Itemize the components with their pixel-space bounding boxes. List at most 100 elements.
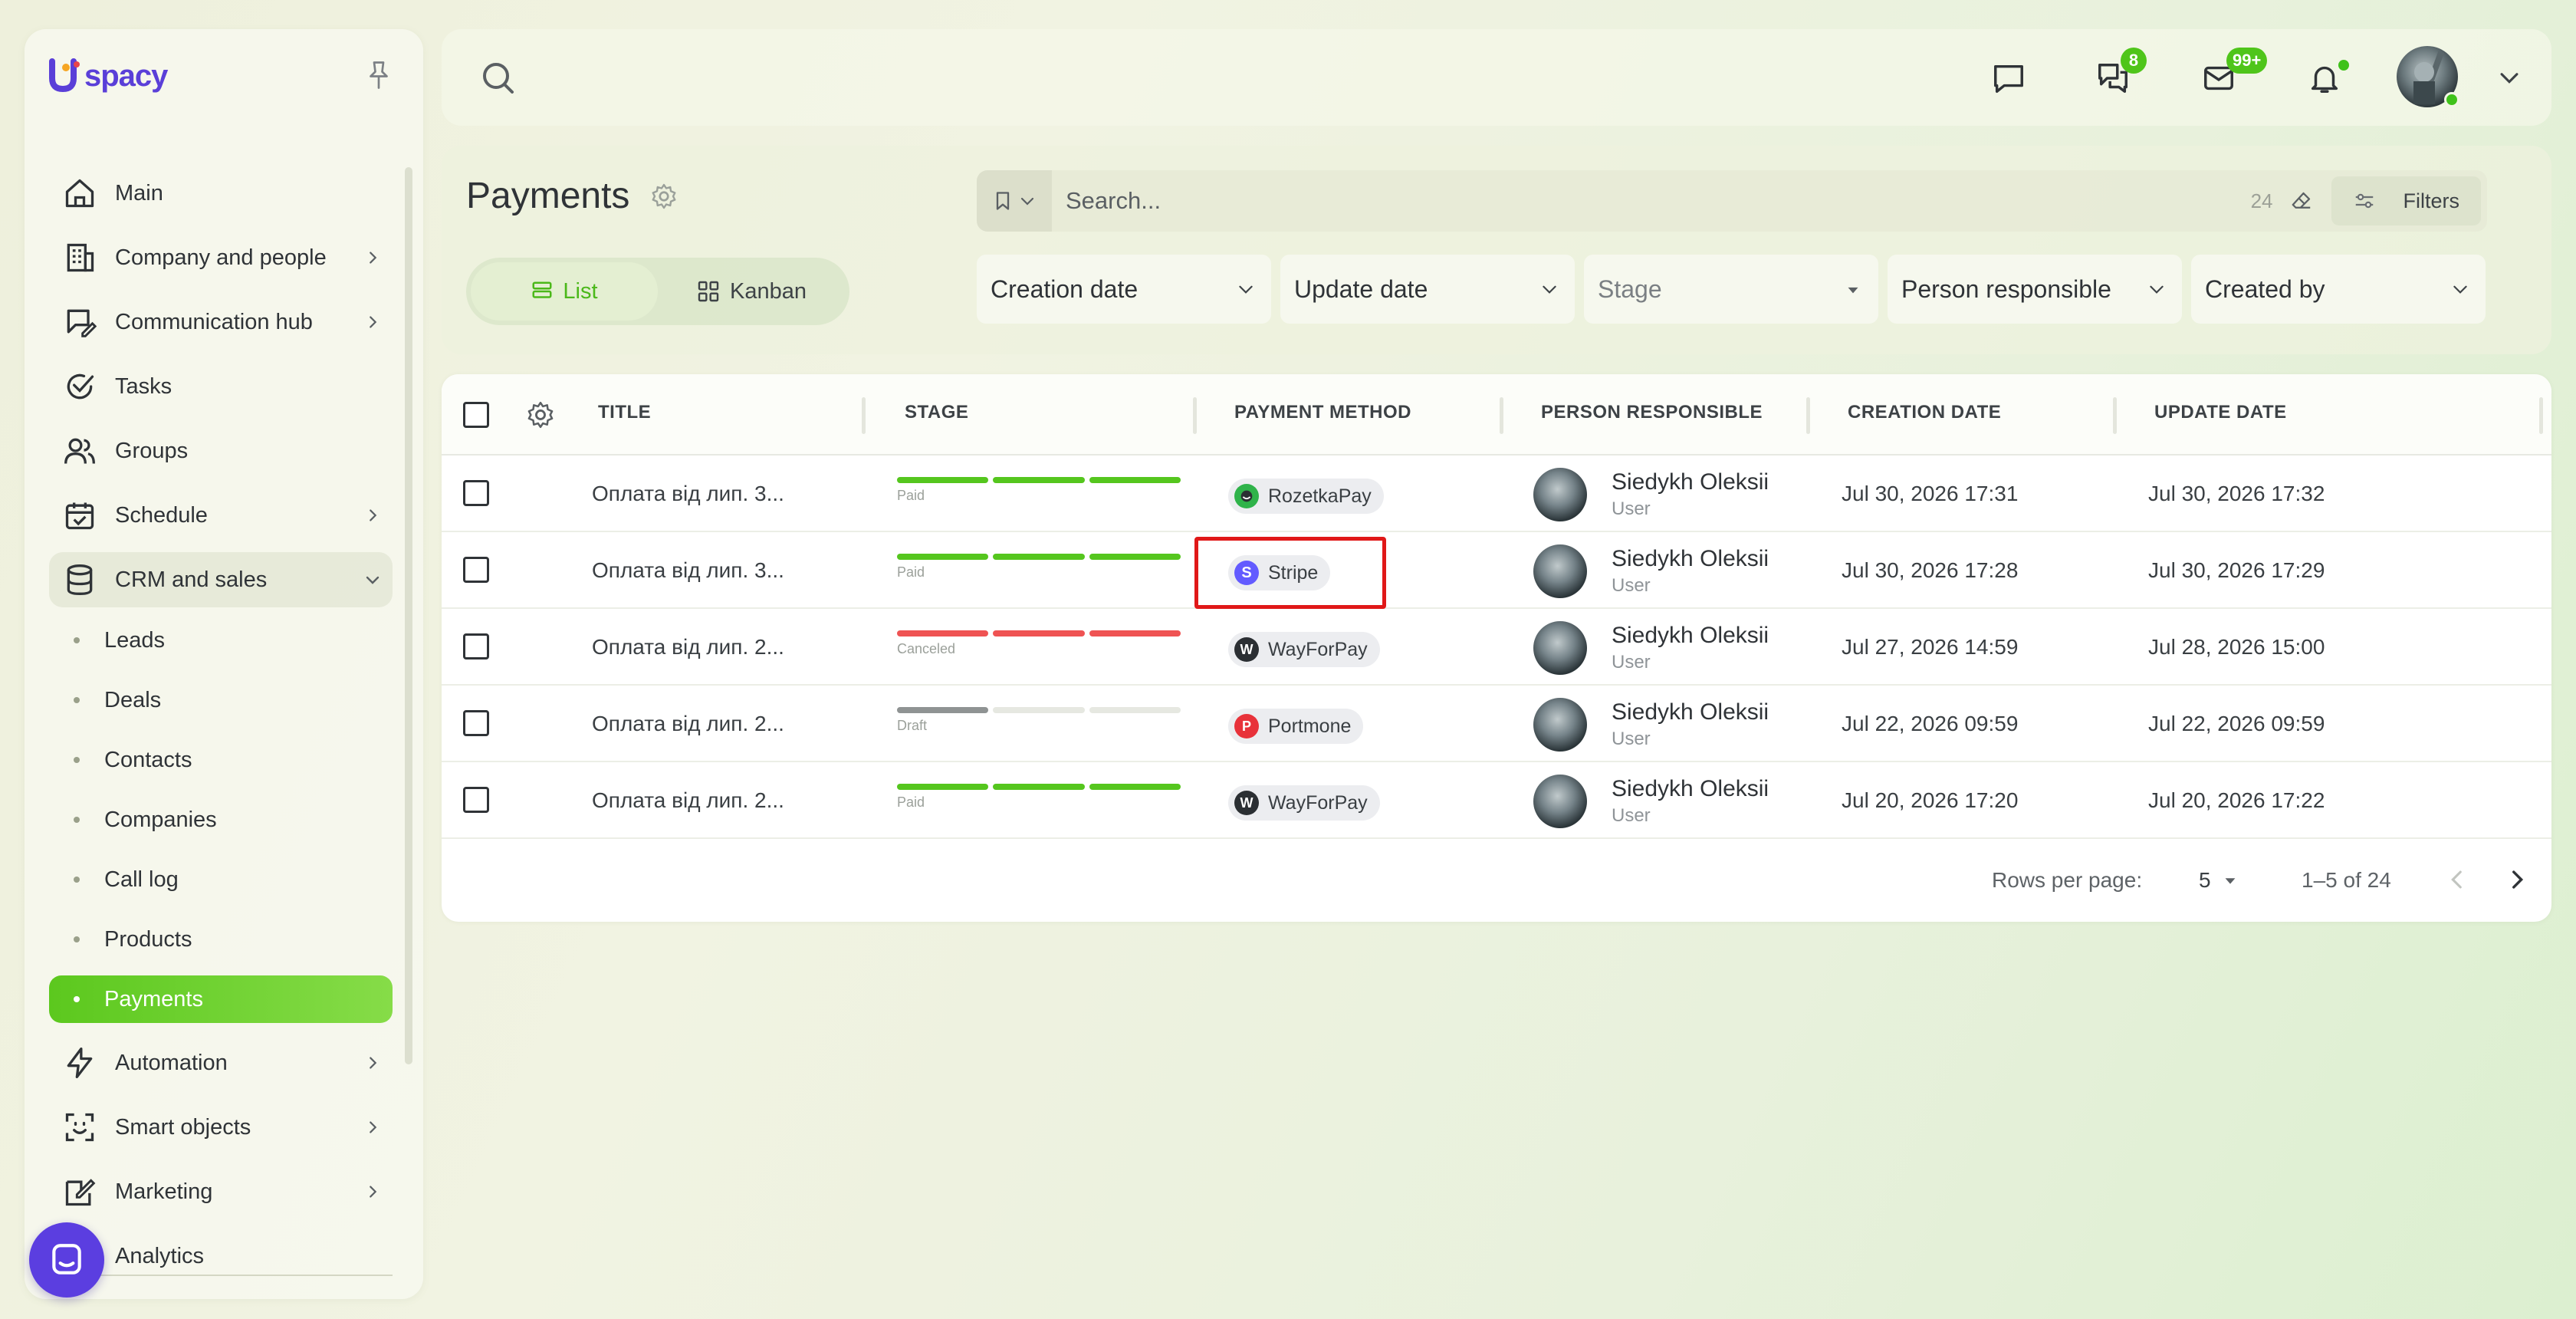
stage-segment <box>1089 554 1181 560</box>
column-resizer[interactable] <box>862 397 866 434</box>
table-row[interactable]: Оплата від лип. 3... Paid RozetkaPay Siedyk… <box>442 456 2551 532</box>
row-checkbox[interactable] <box>463 710 489 736</box>
table-row[interactable]: Оплата від лип. 3... Paid S Stripe Siedykh O… <box>442 532 2551 609</box>
next-page-button[interactable] <box>2504 867 2530 893</box>
logo-text: spacy <box>84 58 168 93</box>
sidebar-item-label: Call log <box>104 867 179 892</box>
person-name[interactable]: Siedykh Oleksii <box>1612 776 1769 802</box>
row-checkbox[interactable] <box>463 633 489 660</box>
row-checkbox[interactable] <box>463 480 489 506</box>
filter-stage[interactable]: Stage <box>1584 255 1878 324</box>
caret-down-icon <box>1848 287 1858 294</box>
user-menu-button[interactable] <box>2496 64 2522 90</box>
payment-title[interactable]: Оплата від лип. 3... <box>592 558 784 583</box>
eraser-icon <box>2292 192 2310 209</box>
person-name[interactable]: Siedykh Oleksii <box>1612 469 1769 495</box>
sidebar-item-leads[interactable]: Leads <box>49 617 393 664</box>
search-icon <box>483 63 514 94</box>
sidebar-item-companies[interactable]: Companies <box>49 796 393 844</box>
payment-title[interactable]: Оплата від лип. 2... <box>592 635 784 660</box>
update-date: Jul 28, 2026 15:00 <box>2148 635 2325 659</box>
creation-date: Jul 30, 2026 17:28 <box>1842 558 2019 582</box>
payment-title[interactable]: Оплата від лип. 2... <box>592 712 784 736</box>
filter-update-date[interactable]: Update date <box>1280 255 1575 324</box>
stage-segment <box>897 630 989 636</box>
column-header-update-date[interactable]: UPDATE DATE <box>2154 402 2287 423</box>
select-all-checkbox[interactable] <box>463 402 489 428</box>
clear-search-button[interactable] <box>2290 189 2313 212</box>
sidebar-item-automation[interactable]: Automation <box>49 1035 393 1090</box>
previous-page-button[interactable] <box>2444 867 2470 893</box>
sidebar-item-deals[interactable]: Deals <box>49 676 393 724</box>
filter-person-responsible[interactable]: Person responsible <box>1888 255 2182 324</box>
person-name[interactable]: Siedykh Oleksii <box>1612 546 1769 572</box>
column-header-payment-method[interactable]: PAYMENT METHOD <box>1234 402 1411 423</box>
sidebar-item-call-log[interactable]: Call log <box>49 856 393 903</box>
row-checkbox[interactable] <box>463 787 489 813</box>
sidebar-item-contacts[interactable]: Contacts <box>49 736 393 784</box>
search-input[interactable] <box>1052 170 2251 232</box>
sidebar-item-communication-hub[interactable]: Communication hub <box>49 294 393 350</box>
filter-created-by[interactable]: Created by <box>2191 255 2486 324</box>
person-name[interactable]: Siedykh Oleksii <box>1612 699 1769 725</box>
person-role: User <box>1612 652 1651 673</box>
payments-table: TITLE STAGE PAYMENT METHOD PERSON RESPON… <box>442 374 2551 922</box>
app-logo[interactable]: spacy <box>48 58 168 94</box>
column-settings-button[interactable] <box>526 400 555 429</box>
payment-method-label: WayForPay <box>1268 638 1368 660</box>
page-settings-button[interactable] <box>650 183 678 210</box>
column-resizer[interactable] <box>1500 397 1503 434</box>
stage-segment <box>993 630 1085 636</box>
sidebar-scrollbar[interactable] <box>405 167 412 1064</box>
creation-date: Jul 22, 2026 09:59 <box>1842 712 2019 735</box>
table-row[interactable]: Оплата від лип. 2... Draft P Portmone Siedyk… <box>442 686 2551 762</box>
view-list-label: List <box>563 278 598 304</box>
support-chat-button[interactable] <box>29 1222 104 1298</box>
sidebar-item-schedule[interactable]: Schedule <box>49 488 393 543</box>
sidebar-item-smart-objects[interactable]: Smart objects <box>49 1100 393 1155</box>
chevron-left-icon <box>2451 870 2462 889</box>
rows-per-page-label: Rows per page: <box>1992 868 2143 892</box>
sidebar-item-products[interactable]: Products <box>49 916 393 963</box>
sidebar-item-crm-and-sales[interactable]: CRM and sales <box>49 552 393 607</box>
sidebar-item-company-and-people[interactable]: Company and people <box>49 230 393 285</box>
row-checkbox[interactable] <box>463 557 489 583</box>
payment-title[interactable]: Оплата від лип. 2... <box>592 788 784 813</box>
column-header-person-responsible[interactable]: PERSON RESPONSIBLE <box>1541 402 1763 423</box>
online-status-dot <box>2444 92 2459 107</box>
stage-label: Paid <box>897 794 925 810</box>
person-name[interactable]: Siedykh Oleksii <box>1612 623 1769 649</box>
bullet-dot <box>74 757 80 763</box>
messages-button[interactable] <box>1987 57 2030 100</box>
filter-creation-date[interactable]: Creation date <box>977 255 1271 324</box>
column-resizer[interactable] <box>2113 397 2117 434</box>
saved-filters-button[interactable] <box>977 170 1052 232</box>
stage-indicator: Paid <box>897 784 1181 811</box>
list-icon <box>532 281 552 298</box>
filters-button[interactable]: Filters <box>2331 176 2481 225</box>
pin-sidebar-button[interactable] <box>365 60 393 90</box>
column-header-creation-date[interactable]: CREATION DATE <box>1848 402 2001 423</box>
sidebar-item-payments[interactable]: Payments <box>49 975 393 1023</box>
payment-title[interactable]: Оплата від лип. 3... <box>592 482 784 506</box>
view-kanban-button[interactable]: Kanban <box>658 262 845 321</box>
stage-segment <box>897 784 989 790</box>
column-resizer[interactable] <box>2539 397 2543 434</box>
sidebar-item-tasks[interactable]: Tasks <box>49 359 393 414</box>
wayforpay-icon: W <box>1234 637 1259 662</box>
column-resizer[interactable] <box>1806 397 1810 434</box>
wayforpay-icon: W <box>1234 791 1259 815</box>
sidebar-item-label: Automation <box>115 1050 228 1075</box>
global-search-button[interactable] <box>480 60 517 97</box>
table-row[interactable]: Оплата від лип. 2... Paid W WayForPay Siedyk… <box>442 762 2551 839</box>
table-row[interactable]: Оплата від лип. 2... Canceled W WayForPay Si… <box>442 609 2551 686</box>
sidebar-item-main[interactable]: Main <box>49 166 393 221</box>
rows-per-page-select[interactable]: 5 <box>2199 868 2239 893</box>
person-avatar <box>1533 544 1587 598</box>
column-header-title[interactable]: TITLE <box>598 402 651 423</box>
column-header-stage[interactable]: STAGE <box>905 402 968 423</box>
sidebar-item-groups[interactable]: Groups <box>49 423 393 479</box>
column-resizer[interactable] <box>1193 397 1197 434</box>
sidebar-item-marketing[interactable]: Marketing <box>49 1164 393 1219</box>
view-list-button[interactable]: List <box>471 262 658 321</box>
